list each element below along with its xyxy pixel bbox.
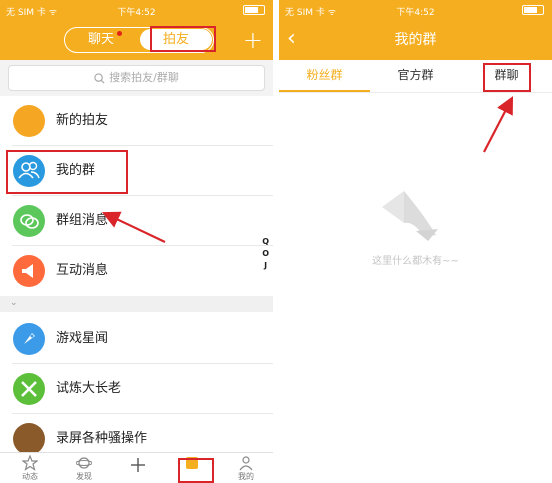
annotation-arrow <box>483 96 514 153</box>
right-screen: 无 SIM 卡 ᯤ 下午4:52 ‹ 我的群 粉丝群 官方群 群聊 这里什么都木… <box>279 0 552 483</box>
left-screen: 无 SIM 卡 ᯤ 下午4:52 聊天 拍友 + 搜索拍友/群聊 新的拍友 我的… <box>0 0 273 483</box>
annotation-arrow <box>102 211 166 243</box>
